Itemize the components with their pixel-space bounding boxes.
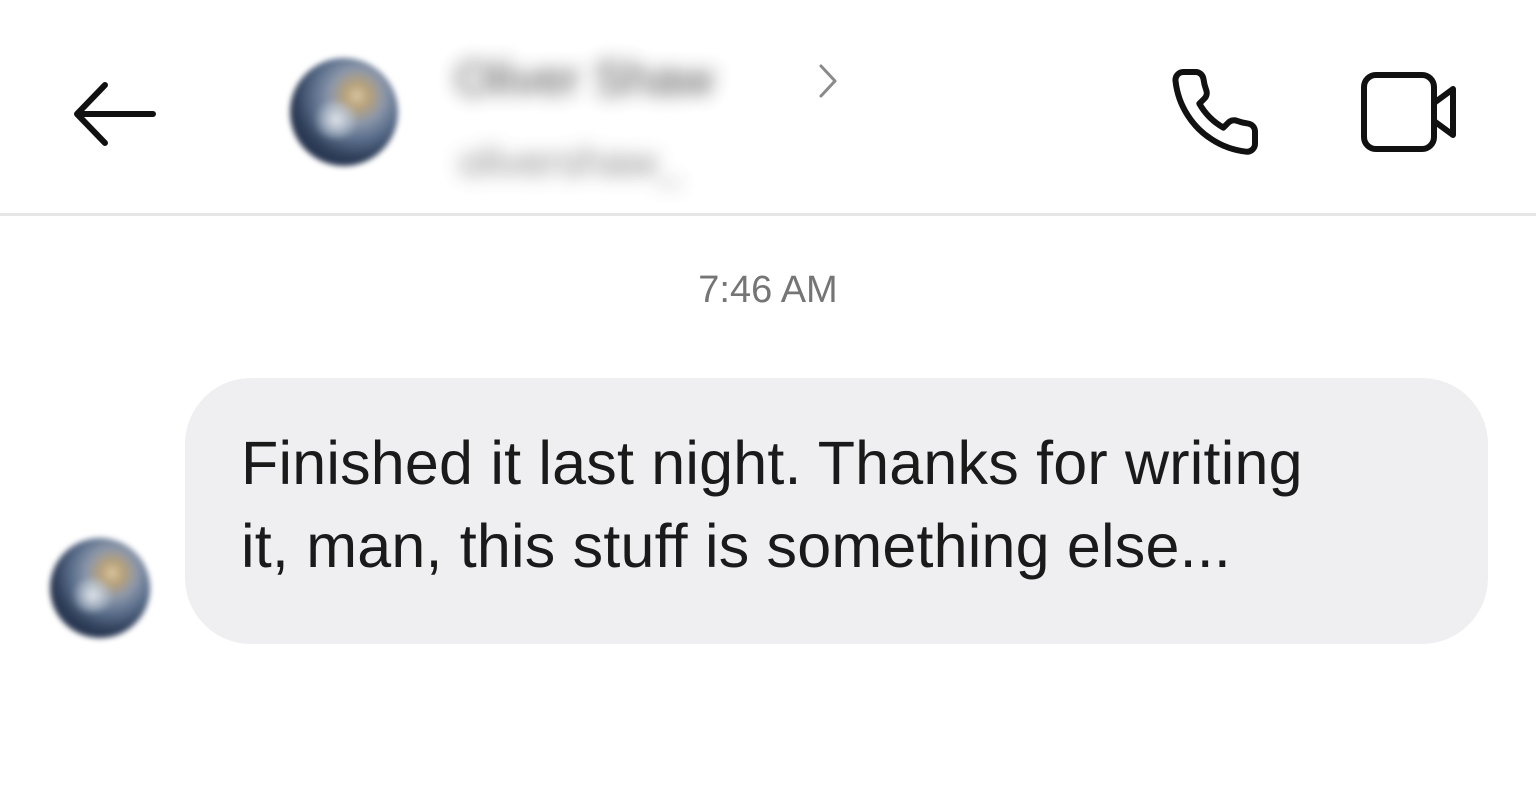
contact-avatar[interactable] <box>290 58 398 166</box>
phone-icon <box>1172 69 1259 155</box>
contact-name: Oliver Shaw <box>455 53 714 106</box>
back-button[interactable] <box>56 72 166 152</box>
contact-info[interactable]: Oliver Shaw olivershaw_ <box>455 45 875 195</box>
arrow-left-icon <box>74 82 156 146</box>
voice-call-button[interactable] <box>1160 62 1270 162</box>
chat-header: Oliver Shaw olivershaw_ <box>0 0 1536 216</box>
message-sender-avatar[interactable] <box>50 538 150 638</box>
chevron-right-icon <box>819 64 837 98</box>
video-call-button[interactable] <box>1350 62 1468 162</box>
message-text: Finished it last night. Thanks for writi… <box>241 429 1303 580</box>
contact-handle: olivershaw_ <box>459 138 681 185</box>
message-timestamp: 7:46 AM <box>698 269 838 311</box>
chat-screen: Oliver Shaw olivershaw_ 7:46 AM Finished… <box>0 0 1536 803</box>
message-bubble[interactable]: Finished it last night. Thanks for writi… <box>185 378 1488 644</box>
video-camera-icon <box>1361 72 1456 152</box>
